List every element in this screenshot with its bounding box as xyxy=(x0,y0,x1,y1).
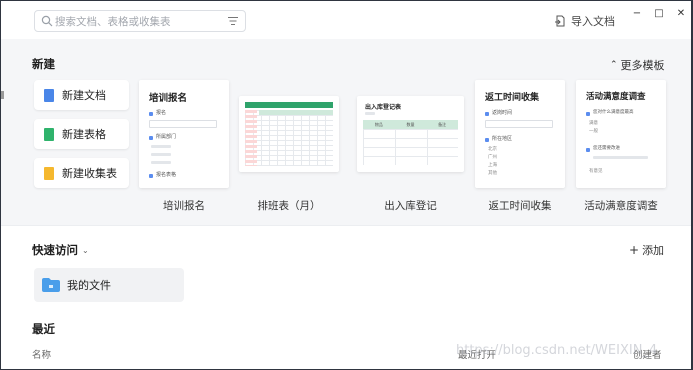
bullet-icon xyxy=(586,112,590,116)
more-templates-label: 更多模板 xyxy=(620,59,665,72)
template-row: 您对什么满意度最高 xyxy=(593,110,634,115)
new-document-label: 新建文档 xyxy=(62,89,106,102)
search-icon xyxy=(41,15,53,27)
search-placeholder: 搜索文档、表格或收集表 xyxy=(55,16,171,28)
template-label-training-signup: 培训报名 xyxy=(163,200,205,212)
template-card-inventory-log[interactable]: 出入库登记表 物品 数量 备注 xyxy=(357,96,464,172)
sheet-icon xyxy=(44,127,54,141)
template-row: 广州 xyxy=(488,155,497,160)
template-card-return-time[interactable]: 返工时间收集 返岗时间 所在地区 北京 广州 上海 其他 xyxy=(475,80,565,188)
chevron-down-icon: ⌄ xyxy=(82,245,89,255)
template-card-title: 培训报名 xyxy=(149,93,188,104)
template-label-return-time: 返工时间收集 xyxy=(488,200,552,212)
bullet-icon xyxy=(149,112,153,116)
quick-access-title[interactable]: 快速访问 ⌄ xyxy=(32,242,89,258)
template-card-satisfaction-survey[interactable]: 活动满意度调查 您对什么满意度最高 满意 一般 您还需要改进 有意见 xyxy=(576,80,666,188)
template-row: 一般 xyxy=(589,129,598,134)
plus-icon: + xyxy=(629,243,640,257)
import-document-button[interactable]: 导入文档 xyxy=(554,13,615,29)
add-label: 添加 xyxy=(642,244,665,257)
form-icon xyxy=(44,166,54,180)
template-row: 北京 xyxy=(488,147,497,152)
template-row: 其他 xyxy=(488,171,497,176)
mini-line xyxy=(593,156,648,159)
recent-title: 最近 xyxy=(32,322,55,336)
folder-icon xyxy=(42,278,60,292)
folder-label: 我的文件 xyxy=(67,279,111,292)
mini-input xyxy=(485,120,553,128)
bullet-icon xyxy=(485,112,489,116)
bullet-icon xyxy=(586,148,590,152)
doc-icon xyxy=(44,88,54,102)
template-row: 报名 xyxy=(156,110,167,116)
new-section-title: 新建 xyxy=(32,57,55,71)
mini-line xyxy=(151,145,171,148)
template-card-title: 出入库登记表 xyxy=(365,104,402,111)
mini-line xyxy=(365,112,375,115)
new-document-button[interactable]: 新建文档 xyxy=(34,80,129,110)
bullet-icon xyxy=(485,138,489,142)
app-window: 搜索文档、表格或收集表 导入文档 − □ ✕ 新建 ⌃ 更多模板 新建文档 新建… xyxy=(1,1,691,369)
template-row: 所属部门 xyxy=(156,134,177,140)
close-button[interactable]: ✕ xyxy=(671,5,691,21)
quick-access-label: 快速访问 xyxy=(32,243,78,257)
template-row: 您还需要改进 xyxy=(593,146,620,151)
table-header-cell: 备注 xyxy=(438,121,447,127)
template-row: 满意 xyxy=(589,121,598,126)
template-card-shift-schedule[interactable] xyxy=(239,96,339,172)
maximize-button[interactable]: □ xyxy=(649,5,669,21)
template-row: 有意见 xyxy=(589,169,603,174)
template-row: 所在地区 xyxy=(492,136,513,142)
template-card-training-signup[interactable]: 培训报名 报名 所属部门 报名表格 xyxy=(139,80,229,188)
watermark: https://blog.csdn.net/WEIXIN_4 xyxy=(456,343,658,358)
mini-line xyxy=(151,161,171,164)
mini-grid-col xyxy=(245,110,257,166)
table-header-cell: 物品 xyxy=(374,121,383,127)
more-templates-button[interactable]: ⌃ 更多模板 xyxy=(610,57,665,73)
filter-icon[interactable] xyxy=(227,15,239,27)
table-header-cell: 数量 xyxy=(406,121,415,127)
mini-input xyxy=(149,120,217,128)
folder-my-files[interactable]: 我的文件 xyxy=(34,268,184,302)
template-row: 上海 xyxy=(488,163,497,168)
top-bar: 搜索文档、表格或收集表 导入文档 − □ ✕ xyxy=(1,1,691,39)
bullet-icon xyxy=(149,136,153,140)
mini-header-bar xyxy=(245,102,333,108)
template-row: 返岗时间 xyxy=(492,110,513,116)
template-row: 报名表格 xyxy=(156,172,177,178)
template-label-shift-schedule: 排班表（月） xyxy=(257,200,321,212)
mini-grid-header xyxy=(259,110,333,115)
new-sheet-button[interactable]: 新建表格 xyxy=(34,119,129,149)
minimize-button[interactable]: − xyxy=(627,5,647,21)
edge-mark xyxy=(1,91,4,99)
mini-line xyxy=(151,153,171,156)
mini-table-header: 物品 数量 备注 xyxy=(363,120,458,129)
add-quick-access-button[interactable]: + 添加 xyxy=(629,242,664,258)
template-card-title: 返工时间收集 xyxy=(485,93,540,103)
search-input[interactable]: 搜索文档、表格或收集表 xyxy=(34,10,246,32)
chevron-updown-icon: ⌃ xyxy=(610,60,618,70)
template-card-title: 活动满意度调查 xyxy=(586,92,646,102)
bullet-icon xyxy=(149,174,153,178)
column-header-name[interactable]: 名称 xyxy=(32,347,51,361)
template-label-satisfaction-survey: 活动满意度调查 xyxy=(584,200,658,212)
template-label-inventory-log: 出入库登记 xyxy=(384,200,437,212)
new-form-label: 新建收集表 xyxy=(62,167,117,180)
mini-table-body xyxy=(363,129,458,165)
new-sheet-label: 新建表格 xyxy=(62,128,106,141)
mini-grid xyxy=(245,110,333,166)
import-icon xyxy=(555,15,565,27)
new-form-button[interactable]: 新建收集表 xyxy=(34,158,129,188)
import-label: 导入文档 xyxy=(571,15,615,28)
